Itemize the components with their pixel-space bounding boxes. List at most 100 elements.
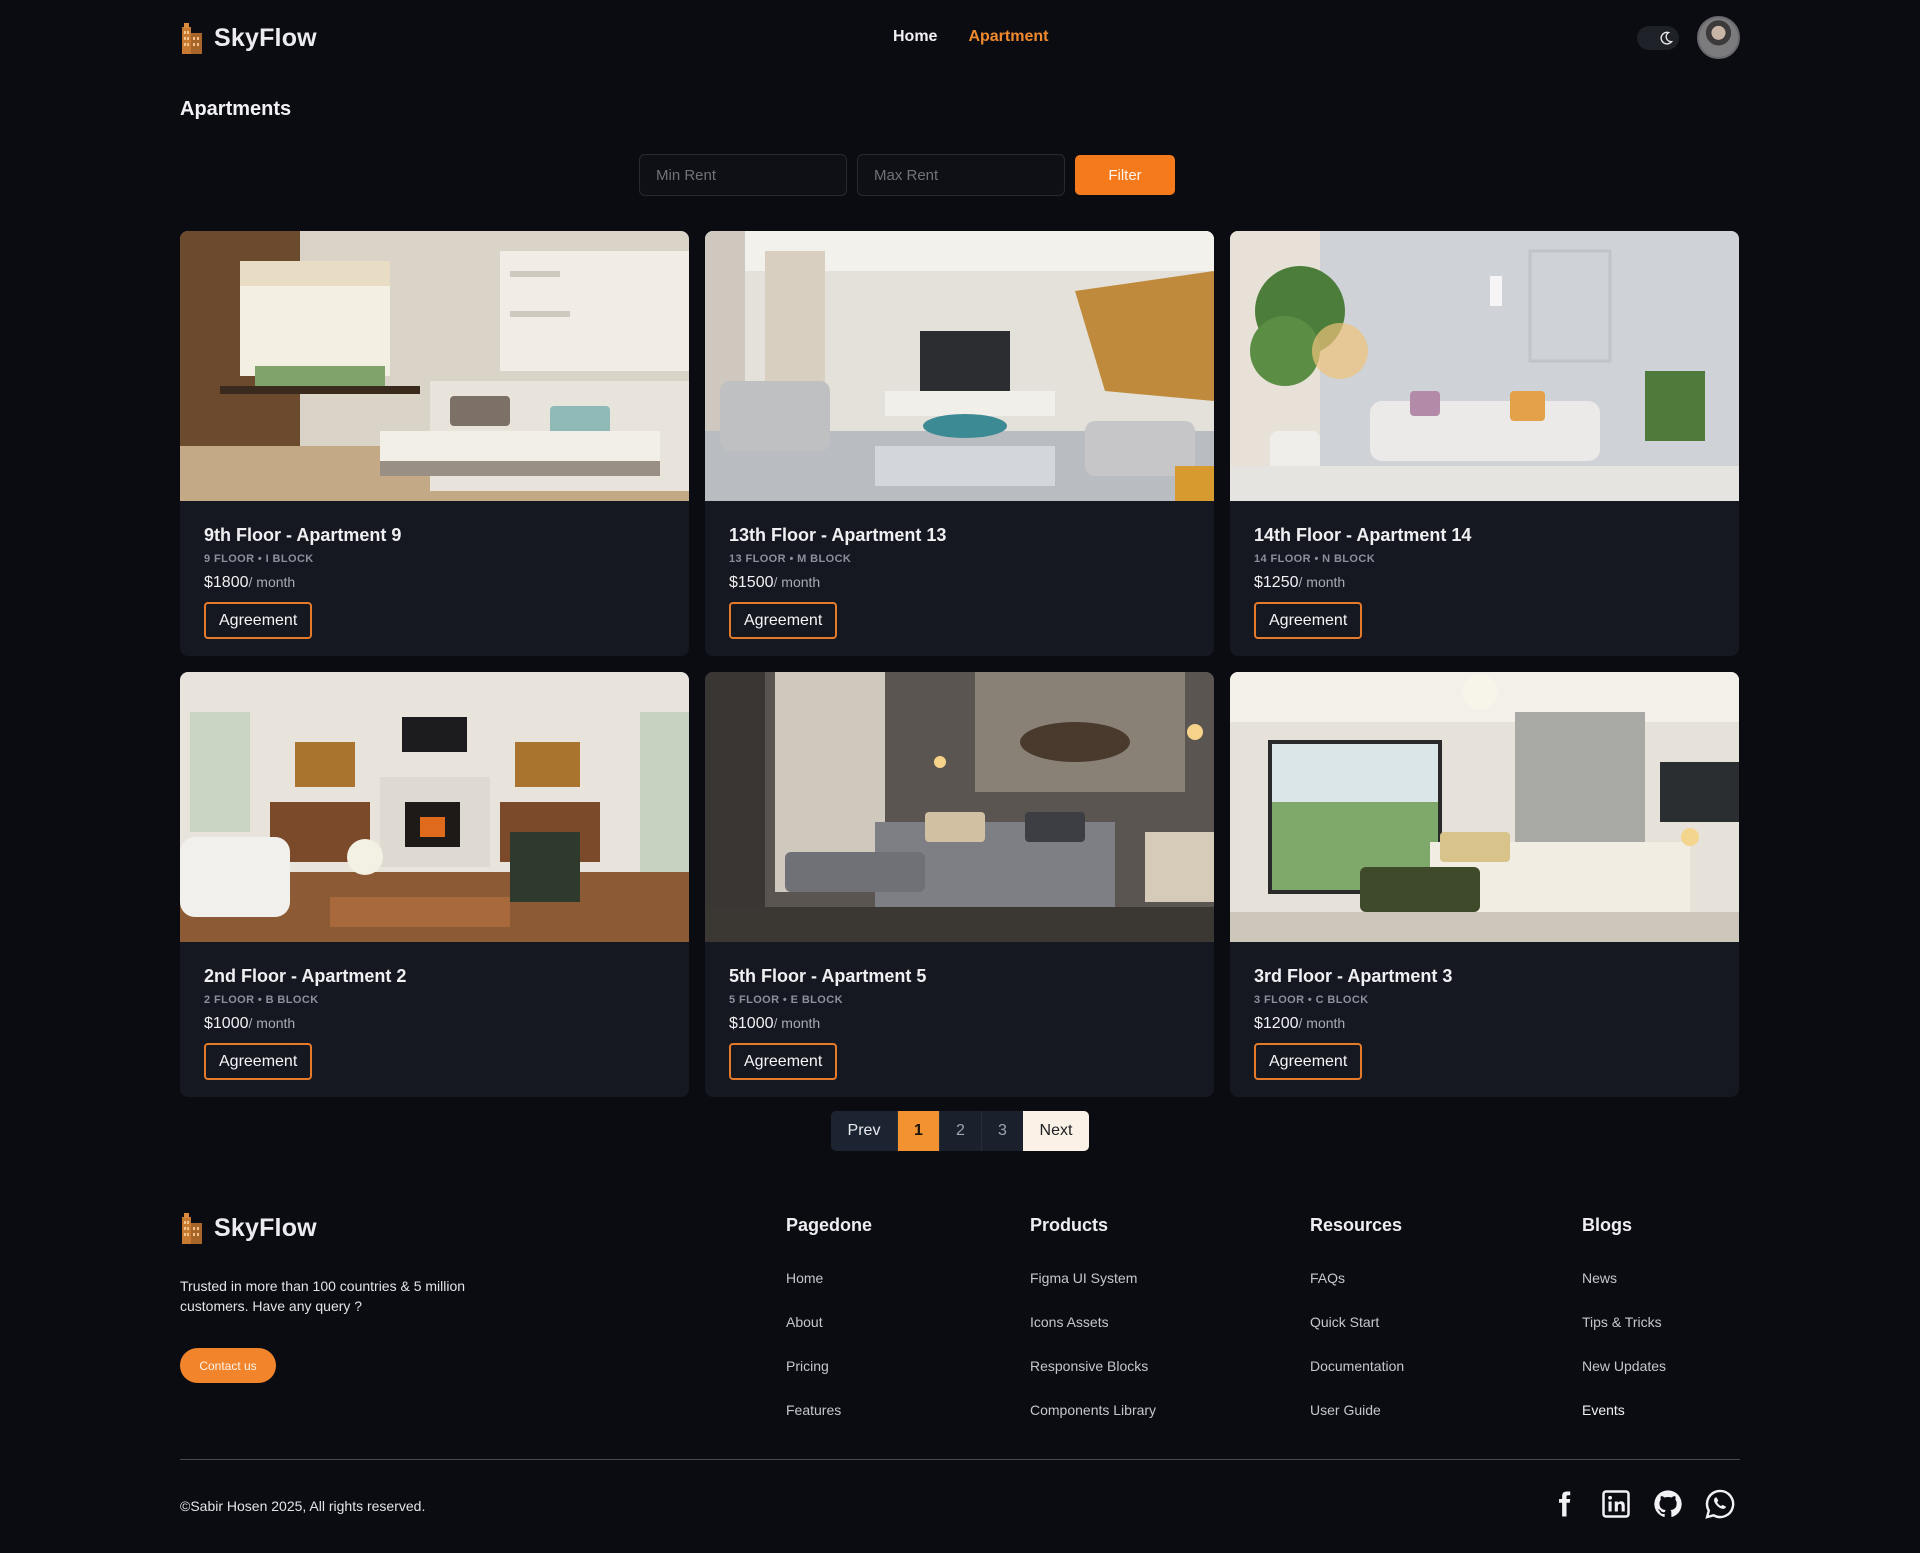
price-period: / month — [1298, 574, 1346, 590]
footer-brand-logo[interactable]: SkyFlow — [180, 1212, 317, 1244]
footer-heading: Resources — [1310, 1215, 1403, 1235]
footer-column-products: Products Figma UI System Icons Assets Re… — [1030, 1215, 1156, 1444]
footer-link-tips-tricks[interactable]: Tips & Tricks — [1582, 1312, 1666, 1356]
next-page-button[interactable]: Next — [1023, 1111, 1089, 1151]
apartment-photo — [180, 231, 689, 501]
footer-link-pricing[interactable]: Pricing — [786, 1356, 872, 1400]
agreement-button[interactable]: Agreement — [1254, 602, 1363, 639]
agreement-button[interactable]: Agreement — [1254, 1043, 1363, 1080]
apartment-card: 13th Floor - Apartment 13 13 FLOOR • M B… — [705, 231, 1214, 656]
apartment-card: 5th Floor - Apartment 5 5 FLOOR • E BLOC… — [705, 672, 1214, 1097]
footer-link-faqs[interactable]: FAQs — [1310, 1268, 1404, 1312]
footer-link-features[interactable]: Features — [786, 1400, 872, 1444]
apartment-card: 14th Floor - Apartment 14 14 FLOOR • N B… — [1230, 231, 1739, 656]
footer-link-user-guide[interactable]: User Guide — [1310, 1400, 1404, 1444]
apartment-photo — [180, 672, 689, 942]
apartment-title: 13th Floor - Apartment 13 — [729, 525, 947, 545]
apartment-photo — [1230, 672, 1739, 942]
apartment-grid: 9th Floor - Apartment 9 9 FLOOR • I BLOC… — [180, 231, 1740, 1097]
page-title: Apartments — [180, 98, 292, 120]
nav-home[interactable]: Home — [893, 28, 937, 46]
apartment-title: 3rd Floor - Apartment 3 — [1254, 966, 1453, 986]
agreement-button[interactable]: Agreement — [204, 602, 313, 639]
building-logo-icon — [180, 22, 204, 54]
price-amount: $1250 — [1254, 574, 1299, 591]
apartment-meta: 13 FLOOR • M BLOCK — [729, 553, 852, 565]
footer-link-events[interactable]: Events — [1582, 1400, 1666, 1444]
apartment-title: 9th Floor - Apartment 9 — [204, 525, 402, 545]
footer-tagline: Trusted in more than 100 countries & 5 m… — [180, 1278, 466, 1314]
footer-link-home[interactable]: Home — [786, 1268, 872, 1312]
footer-link-documentation[interactable]: Documentation — [1310, 1356, 1404, 1400]
apartment-photo — [705, 231, 1214, 501]
facebook-icon[interactable] — [1548, 1488, 1580, 1520]
copyright-text: ©Sabir Hosen 2025, All rights reserved. — [180, 1498, 426, 1514]
footer-link-news[interactable]: News — [1582, 1268, 1666, 1312]
footer-column-pagedone: Pagedone Home About Pricing Features — [786, 1215, 872, 1444]
price-period: / month — [248, 574, 296, 590]
apartment-photo — [1230, 231, 1739, 501]
footer-link-components-library[interactable]: Components Library — [1030, 1400, 1156, 1444]
apartment-card: 3rd Floor - Apartment 3 3 FLOOR • C BLOC… — [1230, 672, 1739, 1097]
footer-divider — [180, 1459, 1740, 1460]
social-links — [1548, 1488, 1736, 1520]
apartment-card: 9th Floor - Apartment 9 9 FLOOR • I BLOC… — [180, 231, 689, 656]
agreement-button[interactable]: Agreement — [729, 602, 838, 639]
apartment-title: 14th Floor - Apartment 14 — [1254, 525, 1472, 545]
apartment-title: 5th Floor - Apartment 5 — [729, 966, 927, 986]
page-3-button[interactable]: 3 — [981, 1111, 1023, 1151]
brand-name: SkyFlow — [214, 23, 317, 52]
whatsapp-icon[interactable] — [1704, 1488, 1736, 1520]
apartment-price: $1000/ month — [729, 1015, 820, 1033]
apartment-meta: 14 FLOOR • N BLOCK — [1254, 553, 1376, 565]
price-period: / month — [1298, 1015, 1346, 1031]
footer-link-about[interactable]: About — [786, 1312, 872, 1356]
footer-column-resources: Resources FAQs Quick Start Documentation… — [1310, 1215, 1404, 1444]
price-amount: $1800 — [204, 574, 249, 591]
main-nav: Home Apartment — [893, 28, 1048, 46]
price-amount: $1200 — [1254, 1015, 1299, 1032]
site-header: SkyFlow Home Apartment — [0, 0, 1920, 80]
apartment-price: $1000/ month — [204, 1015, 295, 1033]
footer-heading: Products — [1030, 1215, 1109, 1235]
max-rent-input[interactable] — [857, 154, 1065, 196]
filter-button[interactable]: Filter — [1075, 155, 1175, 195]
apartment-price: $1250/ month — [1254, 574, 1345, 592]
apartment-meta: 5 FLOOR • E BLOCK — [729, 994, 843, 1006]
apartment-price: $1800/ month — [204, 574, 295, 592]
footer-link-responsive-blocks[interactable]: Responsive Blocks — [1030, 1356, 1156, 1400]
building-logo-icon — [180, 1212, 204, 1244]
footer-link-icons-assets[interactable]: Icons Assets — [1030, 1312, 1156, 1356]
price-amount: $1000 — [729, 1015, 774, 1032]
theme-toggle[interactable] — [1637, 26, 1679, 50]
page-2-button[interactable]: 2 — [939, 1111, 981, 1151]
footer-link-quick-start[interactable]: Quick Start — [1310, 1312, 1404, 1356]
footer-link-new-updates[interactable]: New Updates — [1582, 1356, 1666, 1400]
price-amount: $1500 — [729, 574, 774, 591]
apartment-photo — [705, 672, 1214, 942]
price-period: / month — [773, 574, 821, 590]
agreement-button[interactable]: Agreement — [729, 1043, 838, 1080]
user-avatar[interactable] — [1697, 16, 1740, 59]
rent-filter: Filter — [639, 154, 1175, 196]
nav-apartment[interactable]: Apartment — [968, 28, 1048, 46]
moon-icon — [1659, 31, 1673, 45]
apartment-price: $1200/ month — [1254, 1015, 1345, 1033]
page-1-button[interactable]: 1 — [897, 1111, 939, 1151]
prev-page-button[interactable]: Prev — [831, 1111, 897, 1151]
apartment-meta: 3 FLOOR • C BLOCK — [1254, 994, 1369, 1006]
pagination: Prev 1 2 3 Next — [831, 1111, 1089, 1151]
footer-brand-name: SkyFlow — [214, 1213, 317, 1242]
apartment-price: $1500/ month — [729, 574, 820, 592]
min-rent-input[interactable] — [639, 154, 847, 196]
apartment-card: 2nd Floor - Apartment 2 2 FLOOR • B BLOC… — [180, 672, 689, 1097]
github-icon[interactable] — [1652, 1488, 1684, 1520]
agreement-button[interactable]: Agreement — [204, 1043, 313, 1080]
footer-link-figma-ui-system[interactable]: Figma UI System — [1030, 1268, 1156, 1312]
linkedin-icon[interactable] — [1600, 1488, 1632, 1520]
apartment-title: 2nd Floor - Apartment 2 — [204, 966, 407, 986]
brand-logo[interactable]: SkyFlow — [180, 22, 317, 54]
price-amount: $1000 — [204, 1015, 249, 1032]
contact-us-button[interactable]: Contact us — [180, 1348, 276, 1383]
apartment-meta: 9 FLOOR • I BLOCK — [204, 553, 314, 565]
